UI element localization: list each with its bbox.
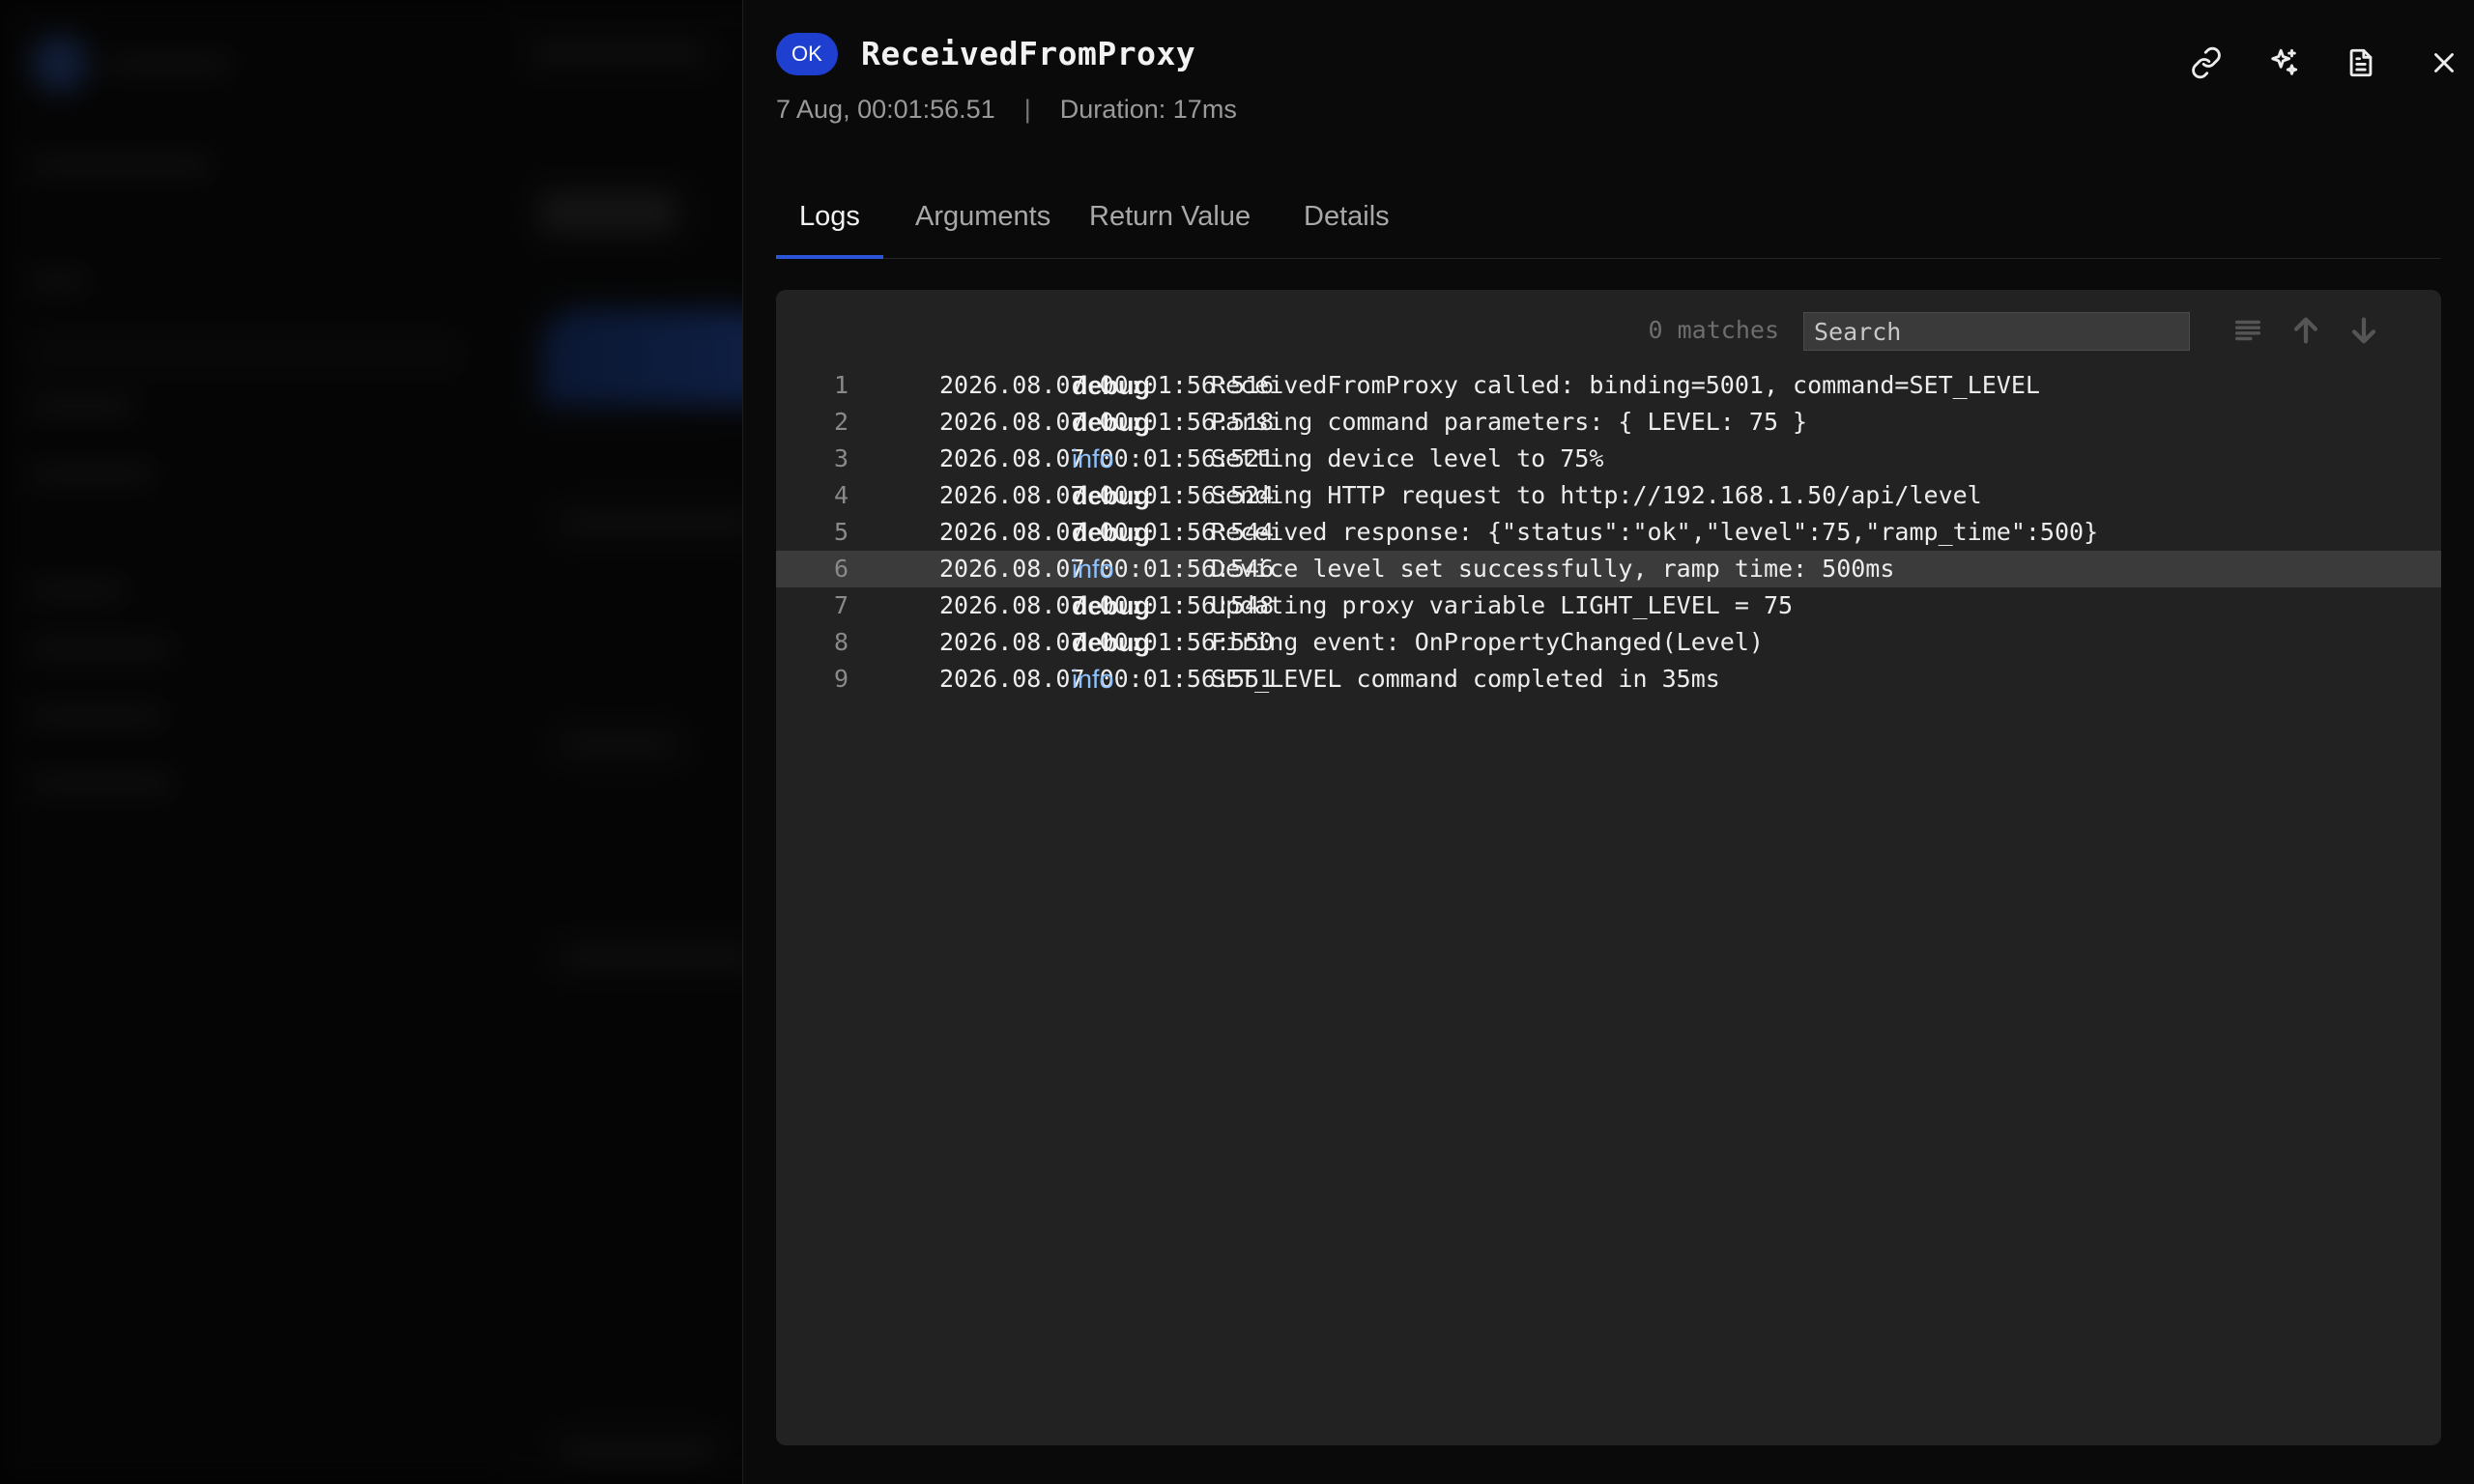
log-message: Updating proxy variable LIGHT_LEVEL = 75 <box>1211 591 1794 619</box>
log-row-highlighted[interactable]: 6 2026.08.07 00:01:56:546 info Device le… <box>776 551 2441 587</box>
log-row[interactable]: 9 2026.08.07 00:01:56:551 info SET_LEVEL… <box>776 661 2441 698</box>
tab-return-value[interactable]: Return Value <box>1066 184 1274 259</box>
close-button[interactable] <box>2420 39 2468 87</box>
page-title: ReceivedFromProxy <box>861 35 1196 72</box>
log-row[interactable]: 7 2026.08.07 00:01:56:548 debug Updating… <box>776 587 2441 624</box>
log-level: info <box>1072 555 1114 584</box>
log-level: info <box>1072 444 1114 473</box>
log-level: debug <box>1072 481 1150 510</box>
log-message: Firing event: OnPropertyChanged(Level) <box>1211 628 1764 656</box>
log-message: Received response: {"status":"ok","level… <box>1211 518 2099 546</box>
log-row[interactable]: 4 2026.08.07 00:01:56:524 debug Sending … <box>776 477 2441 514</box>
line-number: 2 <box>834 408 849 436</box>
log-toolbar: 0 matches <box>1533 309 2402 352</box>
trace-detail-drawer: OK ReceivedFromProxy 7 Aug, 00:01:56.51 |… <box>742 0 2474 1484</box>
log-level: debug <box>1072 408 1150 437</box>
line-number: 8 <box>834 628 849 656</box>
log-row[interactable]: 1 2026.08.07 00:01:56:516 debug Received… <box>776 367 2441 404</box>
log-level: debug <box>1072 371 1150 400</box>
arrow-up-icon <box>2293 317 2318 344</box>
link-icon <box>2192 46 2221 79</box>
line-number: 5 <box>834 518 849 546</box>
trace-duration: Duration: 17ms <box>1059 95 1237 124</box>
line-number: 1 <box>834 371 849 399</box>
log-level: debug <box>1072 518 1150 547</box>
log-message: Parsing command parameters: { LEVEL: 75 … <box>1211 408 1808 436</box>
previous-match-button[interactable] <box>2287 311 2325 350</box>
tab-logs[interactable]: Logs <box>776 184 883 259</box>
match-count: 0 matches <box>1648 316 1779 344</box>
wrap-lines-icon <box>2234 320 2261 341</box>
log-row[interactable]: 5 2026.08.07 00:01:56:544 debug Received… <box>776 514 2441 551</box>
line-number: 9 <box>834 665 849 693</box>
log-message: ReceivedFromProxy called: binding=5001, … <box>1211 371 2040 399</box>
log-level: debug <box>1072 591 1150 620</box>
search-input[interactable] <box>1803 312 2190 351</box>
log-level: info <box>1072 665 1114 694</box>
log-panel: 0 matches 1 2026.08.07 00:01:56:516 debu… <box>776 290 2441 1445</box>
tab-details[interactable]: Details <box>1280 184 1413 259</box>
trace-timestamp: 7 Aug, 00:01:56.51 <box>776 95 995 124</box>
log-row[interactable]: 3 2026.08.07 00:01:56:521 info Setting d… <box>776 441 2441 477</box>
view-document-button[interactable] <box>2337 39 2385 87</box>
log-level: debug <box>1072 628 1150 657</box>
arrow-down-icon <box>2351 317 2376 344</box>
wrap-lines-button[interactable] <box>2229 311 2267 350</box>
tab-bar: Logs Arguments Return Value Details <box>776 184 2441 259</box>
line-number: 6 <box>834 555 849 583</box>
header-actions <box>2151 39 2454 87</box>
log-message: Setting device level to 75% <box>1211 444 1604 472</box>
close-icon <box>2434 53 2454 72</box>
document-icon <box>2349 48 2373 77</box>
log-row[interactable]: 8 2026.08.07 00:01:56:550 debug Firing e… <box>776 624 2441 661</box>
status-badge: OK <box>776 33 838 75</box>
line-number: 3 <box>834 444 849 472</box>
log-message: Device level set successfully, ramp time… <box>1211 555 1895 583</box>
log-list: 1 2026.08.07 00:01:56:516 debug Received… <box>776 367 2441 698</box>
log-row[interactable]: 2 2026.08.07 00:01:56:518 debug Parsing … <box>776 404 2441 441</box>
next-match-button[interactable] <box>2345 311 2383 350</box>
log-message: SET_LEVEL command completed in 35ms <box>1211 665 1720 693</box>
trace-meta: 7 Aug, 00:01:56.51 | Duration: 17ms <box>776 93 1237 126</box>
drawer-header: OK ReceivedFromProxy 7 Aug, 00:01:56.51 |… <box>776 29 2454 135</box>
tab-arguments[interactable]: Arguments <box>892 184 1074 259</box>
ai-assist-button[interactable] <box>2259 39 2308 87</box>
line-number: 7 <box>834 591 849 619</box>
meta-separator: | <box>1023 95 1031 124</box>
line-number: 4 <box>834 481 849 509</box>
copy-link-button[interactable] <box>2182 39 2230 87</box>
sparkles-icon <box>2271 48 2298 75</box>
log-message: Sending HTTP request to http://192.168.1… <box>1211 481 1982 509</box>
